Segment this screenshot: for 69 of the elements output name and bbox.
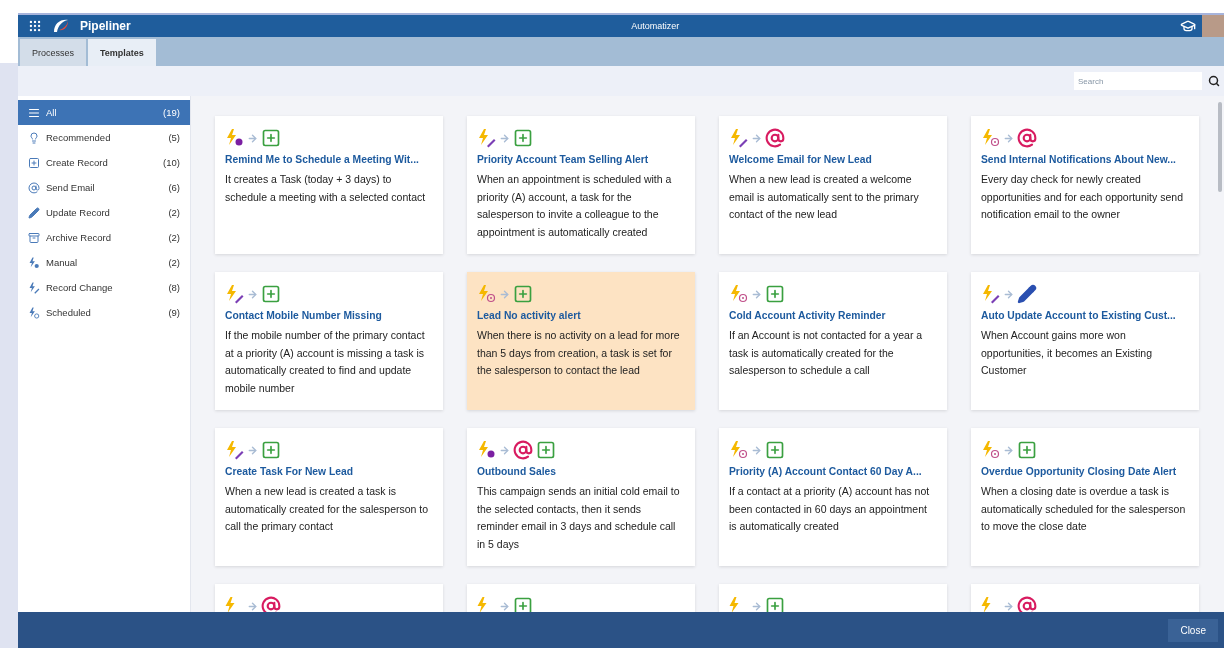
close-button[interactable]: Close <box>1168 618 1218 642</box>
sidebar-item-count: (2) <box>168 232 180 243</box>
card-description: This campaign sends an initial cold email to the selected contacts, then it sends reminder email in 3 days and schedule call in 5 days <box>477 484 681 552</box>
card-title: Cold Account Activity Reminder <box>729 310 887 321</box>
card-title: Send Internal Notifications About New... <box>981 154 1177 165</box>
sidebar-item[interactable]: Update Record (2) <box>18 200 190 225</box>
sidebar-item-count: (8) <box>168 282 180 293</box>
card-description: Every day check for newly created opportunities and for each opportunity send notification email to the owner <box>981 172 1184 222</box>
sidebar-item-label: All <box>46 107 58 118</box>
sidebar-item[interactable]: Archive Record (2) <box>18 225 190 250</box>
template-card[interactable]: Send Internal Notifications About New... Every day check for newly created opportunities and for each opportunity send notification email to the owner <box>971 116 1199 254</box>
card-title: Overdue Opportunity Closing Date Alert <box>981 466 1178 477</box>
search-field[interactable]: Search <box>1074 72 1202 90</box>
sidebar-item-label: Manual <box>46 257 79 268</box>
card-title: Priority Account Team Selling Alert <box>477 154 650 165</box>
card-title: Remind Me to Schedule a Meeting Wit... <box>225 154 420 165</box>
card-description: It creates a Task (today + 3 days) to schedule a meeting with a selected contact <box>225 172 427 205</box>
template-card[interactable]: Remind Me to Schedule a Meeting Wit... It creates a Task (today + 3 days) to schedule a meeting with a selected contact <box>215 116 443 254</box>
card-title: Welcome Email for New Lead <box>729 154 873 165</box>
sidebar-item-count: (2) <box>168 257 180 268</box>
sidebar-item-label: Scheduled <box>46 307 92 318</box>
sidebar-item[interactable]: Create Record (10) <box>18 150 190 175</box>
sidebar-item[interactable]: All (19) <box>18 100 190 125</box>
card-description: When a new lead is created a welcome email is automatically sent to the primary contact of the new lead <box>729 172 920 222</box>
sidebar-item-count: (2) <box>168 207 180 218</box>
tab[interactable]: Processes <box>20 39 87 66</box>
template-card[interactable]: Contact Mobile Number Missing If the mobile number of the primary contact at a priority (A) account is missing a task is automatically created to find and update mobile number <box>215 272 443 410</box>
window-title: Automatizer <box>630 21 681 31</box>
card-title: Lead No activity alert <box>477 310 582 321</box>
template-card[interactable]: Welcome Email for New Lead When a new lead is created a welcome email is automatically sent to the primary contact of the new lead <box>719 116 947 254</box>
card-title: Auto Update Account to Existing Cust... <box>981 310 1177 321</box>
card-description: When Account gains more won opportunities, it becomes an Existing Customer <box>981 328 1153 378</box>
sidebar-item-label: Update Record <box>46 207 111 218</box>
template-card[interactable]: Priority Account Team Selling Alert When an appointment is scheduled with a priority (A) account, a task for the salesperson to invite a colleague to the appointment is automatically created <box>467 116 695 254</box>
template-card[interactable]: Priority (A) Account Contact 60 Day A... If a contact at a priority (A) account has not been contacted in 60 days an appointment is automatically created <box>719 428 947 566</box>
template-card[interactable]: Create Task For New Lead When a new lead is created a task is automatically created for the salesperson to call the primary contact <box>215 428 443 566</box>
card-description: When there is no activity on a lead for more than 5 days from creation, a task is set for the salesperson to contact the lead <box>477 328 681 378</box>
card-title: Create Task For New Lead <box>225 466 354 477</box>
sidebar-item-label: Archive Record <box>46 232 112 243</box>
card-description: If a contact at a priority (A) account has not been contacted in 60 days an appointment is automatically created <box>729 484 931 534</box>
sidebar-item[interactable]: Record Change (8) <box>18 275 190 300</box>
sidebar-item-count: (19) <box>163 107 180 118</box>
sidebar-item-count: (5) <box>168 132 180 143</box>
sidebar-item-label: Record Change <box>46 282 114 293</box>
sidebar-item-count: (10) <box>163 157 180 168</box>
sidebar-item-count: (6) <box>168 182 180 193</box>
template-card[interactable]: Lead No activity alert When there is no activity on a lead for more than 5 days from creation, a task is set for the salesperson to contact the lead <box>467 272 695 410</box>
sidebar-item[interactable]: Recommended (5) <box>18 125 190 150</box>
template-card[interactable]: Outbound Sales This campaign sends an initial cold email to the selected contacts, then it sends reminder email in 3 days and schedule call in 5 days <box>467 428 695 566</box>
sidebar-item-label: Send Email <box>46 182 96 193</box>
card-description: If an Account is not contacted for a year a task is automatically created for the salesperson to schedule a call <box>729 328 924 378</box>
card-title: Outbound Sales <box>477 466 557 477</box>
card-title: Priority (A) Account Contact 60 Day A... <box>729 466 923 477</box>
tab[interactable]: Templates <box>88 39 156 66</box>
card-description: When an appointment is scheduled with a priority (A) account, a task for the salesperson to invite a colleague to the appointment is automatically created <box>477 172 673 240</box>
template-card[interactable]: Overdue Opportunity Closing Date Alert When a closing date is overdue a task is automatically scheduled for the salesperson to move the close date <box>971 428 1199 566</box>
sidebar-item-count: (9) <box>168 307 180 318</box>
card-description: If the mobile number of the primary contact at a priority (A) account is missing a task is automatically created to find and update mobile number <box>225 328 426 396</box>
card-title: Contact Mobile Number Missing <box>225 310 383 321</box>
template-card[interactable]: Cold Account Activity Reminder If an Account is not contacted for a year a task is automatically created for the salesperson to schedule a call <box>719 272 947 410</box>
card-description: When a new lead is created a task is automatically created for the salesperson to call the primary contact <box>225 484 430 534</box>
sidebar-item-label: Create Record <box>46 157 109 168</box>
card-description: When a closing date is overdue a task is automatically scheduled for the salesperson to move the close date <box>981 484 1187 534</box>
sidebar-item[interactable]: Send Email (6) <box>18 175 190 200</box>
sidebar-item[interactable]: Manual (2) <box>18 250 190 275</box>
sidebar-item-label: Recommended <box>46 132 112 143</box>
app-name: Pipeliner <box>80 19 131 33</box>
template-card[interactable]: Auto Update Account to Existing Cust... When Account gains more won opportunities, it becomes an Existing Customer <box>971 272 1199 410</box>
sidebar-item[interactable]: Scheduled (9) <box>18 300 190 325</box>
